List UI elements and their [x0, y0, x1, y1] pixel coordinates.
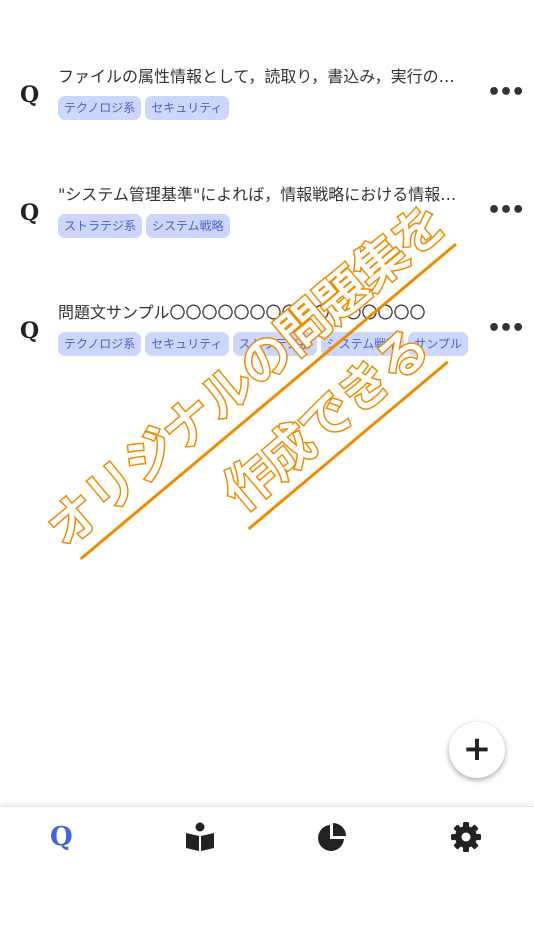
- question-icon: Q: [20, 318, 40, 344]
- tag[interactable]: サンプル: [408, 332, 468, 356]
- question-text: ファイルの属性情報として，読取り，書込み，実行の権限を…: [58, 67, 468, 86]
- pie-chart-icon: [318, 823, 346, 851]
- tag[interactable]: セキュリティ: [145, 332, 229, 356]
- reading-book-icon: [186, 822, 214, 851]
- question-icon: Q: [20, 82, 40, 108]
- tag-list: ストラテジ系 システム戦略: [58, 214, 472, 240]
- question-text: 問題文サンプル〇〇〇〇〇〇〇〇〇〇〇〇〇〇〇〇: [58, 303, 426, 322]
- tag[interactable]: システム戦略: [320, 332, 405, 356]
- tag-list: テクノロジ系 セキュリティ: [58, 96, 472, 122]
- tab-settings[interactable]: [450, 821, 490, 861]
- tag-list: テクノロジ系 セキュリティ ストラテジ系 システム戦略 サンプル: [58, 332, 472, 358]
- q-icon: Q: [50, 822, 73, 852]
- plus-icon: +: [462, 729, 492, 769]
- tab-questions[interactable]: Q: [50, 821, 90, 861]
- more-options-icon[interactable]: •••: [487, 198, 525, 223]
- tag[interactable]: ストラテジ系: [58, 214, 143, 238]
- list-item[interactable]: Q 問題文サンプル〇〇〇〇〇〇〇〇〇〇〇〇〇〇〇〇 テクノロジ系 セキュリティ スト…: [0, 302, 534, 382]
- tab-study[interactable]: [184, 821, 224, 861]
- list-item[interactable]: Q ファイルの属性情報として，読取り，書込み，実行の権限を… テクノロジ系 セキュ…: [0, 66, 534, 146]
- tag[interactable]: セキュリティ: [145, 96, 229, 120]
- more-options-icon[interactable]: •••: [487, 80, 525, 105]
- tag[interactable]: テクノロジ系: [58, 96, 142, 120]
- tag[interactable]: テクノロジ系: [58, 332, 142, 356]
- tag[interactable]: システム戦略: [146, 214, 230, 238]
- question-text: "システム管理基準"によれば，情報戦略における情報システム…: [58, 185, 468, 204]
- gear-icon: [451, 822, 481, 852]
- list-item[interactable]: Q "システム管理基準"によれば，情報戦略における情報システム… ストラテジ系シ…: [0, 184, 534, 264]
- add-question-button[interactable]: +: [449, 722, 505, 778]
- tag[interactable]: ストラテジ系: [232, 332, 317, 356]
- more-options-icon[interactable]: •••: [487, 316, 525, 341]
- question-icon: Q: [20, 200, 40, 226]
- tab-bar: Q: [0, 806, 534, 951]
- tab-stats[interactable]: [316, 821, 356, 861]
